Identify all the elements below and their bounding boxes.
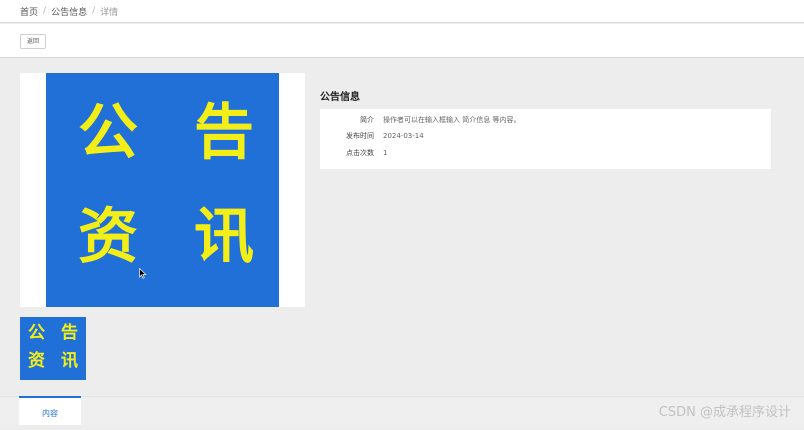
- detail-value: 1: [383, 149, 388, 157]
- detail-card: 简介 操作者可以在输入框输入 简介信息 等内容。 发布时间 2024-03-14…: [320, 109, 771, 169]
- breadcrumb: 首页 / 公告信息 / 详情: [0, 0, 804, 23]
- toolbar: 返回: [0, 24, 804, 58]
- poster-char: 告: [194, 98, 254, 168]
- watermark: CSDN @成承程序设计: [658, 405, 791, 420]
- mouse-cursor-icon: [139, 268, 147, 279]
- poster-char: 公: [28, 323, 45, 343]
- main-image-frame: 公 告 资 讯: [20, 73, 305, 307]
- poster-char: 公: [78, 98, 138, 168]
- breadcrumb-separator: /: [43, 6, 47, 16]
- announcement-image: 公 告 资 讯: [46, 73, 279, 307]
- poster-char: 资: [28, 351, 45, 371]
- breadcrumb-home[interactable]: 首页: [20, 5, 38, 18]
- breadcrumb-separator: /: [92, 6, 96, 16]
- detail-label: 点击次数: [346, 149, 374, 157]
- poster-char: 讯: [194, 202, 254, 272]
- breadcrumb-section[interactable]: 公告信息: [51, 5, 87, 18]
- detail-label: 简介: [360, 116, 374, 124]
- back-button[interactable]: 返回: [20, 34, 47, 49]
- detail-title: 公告信息: [320, 92, 360, 103]
- tab-content[interactable]: 内容: [19, 396, 81, 425]
- poster-char: 资: [78, 202, 138, 272]
- detail-value: 操作者可以在输入框输入 简介信息 等内容。: [383, 116, 521, 124]
- detail-value: 2024-03-14: [383, 132, 424, 140]
- breadcrumb-current: 详情: [100, 7, 119, 18]
- poster-char: 告: [61, 323, 78, 343]
- image-thumbnail[interactable]: 公 告 资 讯: [20, 317, 86, 380]
- detail-label: 发布时间: [346, 132, 374, 140]
- poster-char: 讯: [61, 351, 78, 371]
